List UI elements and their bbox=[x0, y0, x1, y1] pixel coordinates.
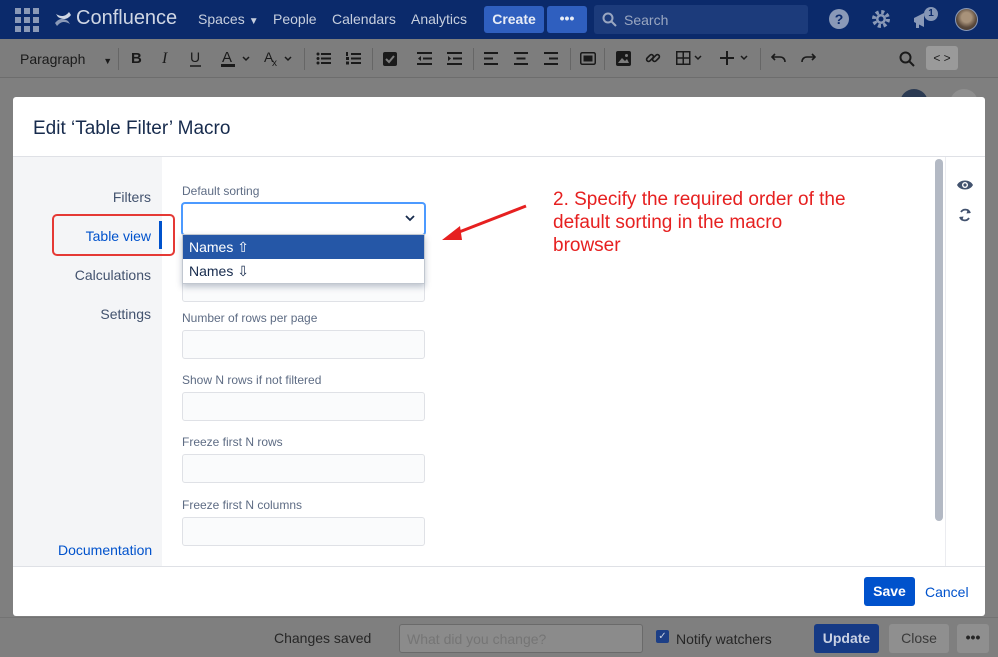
svg-text:U: U bbox=[190, 50, 200, 65]
link-icon[interactable] bbox=[645, 50, 661, 66]
toolbar-divider bbox=[760, 48, 761, 70]
eye-icon[interactable] bbox=[957, 179, 973, 191]
underline-icon[interactable]: U bbox=[189, 50, 203, 68]
app-switcher-icon[interactable] bbox=[15, 8, 39, 32]
sidebar-item-filters[interactable]: Filters bbox=[113, 189, 151, 205]
italic-icon[interactable]: I bbox=[159, 50, 173, 66]
svg-text:B: B bbox=[131, 50, 142, 66]
align-center-icon[interactable] bbox=[514, 52, 528, 65]
nav-spaces[interactable]: Spaces ▼ bbox=[198, 11, 259, 27]
toolbar-divider bbox=[570, 48, 571, 70]
dialog-footer-divider bbox=[13, 566, 985, 567]
align-left-icon[interactable] bbox=[484, 52, 498, 65]
freeze-rows-input[interactable] bbox=[182, 454, 425, 483]
notify-watchers-checkbox[interactable]: ✓ bbox=[656, 630, 669, 643]
editor-toolbar: Paragraph ▼ B I U A Ax bbox=[0, 39, 998, 78]
nav-analytics[interactable]: Analytics bbox=[411, 11, 467, 27]
scrollbar[interactable] bbox=[935, 159, 943, 521]
show-n-rows-label: Show N rows if not filtered bbox=[182, 373, 322, 387]
notify-watchers-label: Notify watchers bbox=[676, 631, 772, 647]
option-names-ascending[interactable]: Names ⇧ bbox=[183, 235, 424, 259]
toolbar-divider bbox=[372, 48, 373, 70]
nav-calendars[interactable]: Calendars bbox=[332, 11, 396, 27]
nav-people[interactable]: People bbox=[273, 11, 317, 27]
task-checkbox-icon[interactable] bbox=[383, 52, 397, 66]
change-comment-input[interactable] bbox=[399, 624, 643, 653]
svg-text:?: ? bbox=[835, 11, 844, 27]
freeze-columns-input[interactable] bbox=[182, 517, 425, 546]
help-icon[interactable]: ? bbox=[828, 8, 850, 30]
find-icon[interactable] bbox=[899, 51, 915, 67]
product-name: Confluence bbox=[76, 7, 178, 29]
paragraph-style-label: Paragraph bbox=[20, 51, 86, 67]
save-status: Changes saved bbox=[274, 630, 372, 646]
source-editor-button[interactable]: < > bbox=[926, 46, 958, 70]
refresh-icon[interactable] bbox=[958, 207, 972, 223]
update-button[interactable]: Update bbox=[814, 624, 879, 653]
clear-formatting-icon[interactable]: Ax bbox=[263, 50, 297, 68]
text-color-icon[interactable]: A bbox=[221, 50, 255, 68]
macro-edit-dialog: Edit ‘Table Filter’ Macro Filters Table … bbox=[13, 97, 985, 616]
option-names-descending[interactable]: Names ⇩ bbox=[183, 259, 424, 283]
gear-icon[interactable] bbox=[870, 8, 892, 30]
freeze-rows-label: Freeze first N rows bbox=[182, 435, 283, 449]
rows-per-page-input[interactable] bbox=[182, 330, 425, 359]
annotation-text: 2. Specify the required order of the def… bbox=[553, 189, 846, 256]
save-button[interactable]: Save bbox=[864, 577, 915, 606]
freeze-columns-label: Freeze first N columns bbox=[182, 498, 303, 512]
paragraph-style-dropdown[interactable]: Paragraph ▼ bbox=[20, 51, 112, 67]
cancel-button[interactable]: Cancel bbox=[925, 584, 969, 600]
svg-text:I: I bbox=[161, 50, 168, 66]
sorting-dropdown-menu: Names ⇧ Names ⇩ bbox=[182, 234, 425, 284]
toolbar-divider bbox=[304, 48, 305, 70]
toolbar-divider bbox=[604, 48, 605, 70]
numbered-list-icon[interactable] bbox=[346, 52, 361, 65]
image-icon[interactable] bbox=[616, 51, 631, 66]
notification-badge: 1 bbox=[924, 7, 938, 21]
chevron-down-icon: ▼ bbox=[103, 56, 113, 66]
documentation-link[interactable]: Documentation bbox=[58, 542, 152, 558]
close-button[interactable]: Close bbox=[889, 624, 949, 653]
svg-text:x: x bbox=[272, 58, 277, 68]
editor-bottom-bar: Changes saved ✓ Notify watchers Update C… bbox=[0, 617, 998, 657]
annotation-highlight-box bbox=[52, 214, 175, 256]
search-icon bbox=[602, 12, 617, 27]
bold-icon[interactable]: B bbox=[129, 50, 143, 66]
more-actions-button[interactable]: ••• bbox=[957, 624, 989, 653]
confluence-logo[interactable]: Confluence bbox=[54, 7, 177, 30]
dialog-title: Edit ‘Table Filter’ Macro bbox=[33, 118, 231, 139]
redo-icon[interactable] bbox=[801, 53, 816, 64]
default-sorting-select[interactable] bbox=[182, 203, 425, 235]
table-icon[interactable] bbox=[676, 51, 706, 65]
sidebar-item-calculations[interactable]: Calculations bbox=[75, 267, 151, 283]
create-more-button[interactable]: ••• bbox=[547, 6, 587, 33]
bullet-list-icon[interactable] bbox=[316, 52, 331, 65]
toolbar-divider bbox=[118, 48, 119, 70]
annotation-arrow-icon bbox=[442, 204, 527, 240]
undo-icon[interactable] bbox=[771, 53, 786, 64]
insert-more-icon[interactable] bbox=[720, 50, 752, 66]
show-n-rows-input[interactable] bbox=[182, 392, 425, 421]
toolbar-divider bbox=[473, 48, 474, 70]
sidebar-item-settings[interactable]: Settings bbox=[100, 306, 151, 322]
avatar[interactable] bbox=[955, 8, 978, 31]
scroll-track bbox=[945, 157, 946, 566]
create-button[interactable]: Create bbox=[484, 6, 544, 33]
outdent-icon[interactable] bbox=[417, 52, 432, 65]
chevron-down-icon: ▼ bbox=[248, 16, 259, 27]
align-right-icon[interactable] bbox=[544, 52, 558, 65]
svg-text:A: A bbox=[222, 50, 232, 66]
nav-spaces-label: Spaces bbox=[198, 11, 245, 27]
search-input[interactable]: Search bbox=[594, 5, 808, 34]
confluence-logo-icon bbox=[55, 11, 71, 26]
rows-per-page-label: Number of rows per page bbox=[182, 311, 318, 325]
indent-icon[interactable] bbox=[447, 52, 462, 65]
search-placeholder: Search bbox=[624, 12, 669, 28]
chevron-down-icon bbox=[405, 215, 415, 222]
page-layout-icon[interactable] bbox=[580, 52, 596, 65]
top-navigation: Confluence Spaces ▼ People Calendars Anal… bbox=[0, 0, 998, 39]
default-sorting-label: Default sorting bbox=[182, 184, 260, 198]
